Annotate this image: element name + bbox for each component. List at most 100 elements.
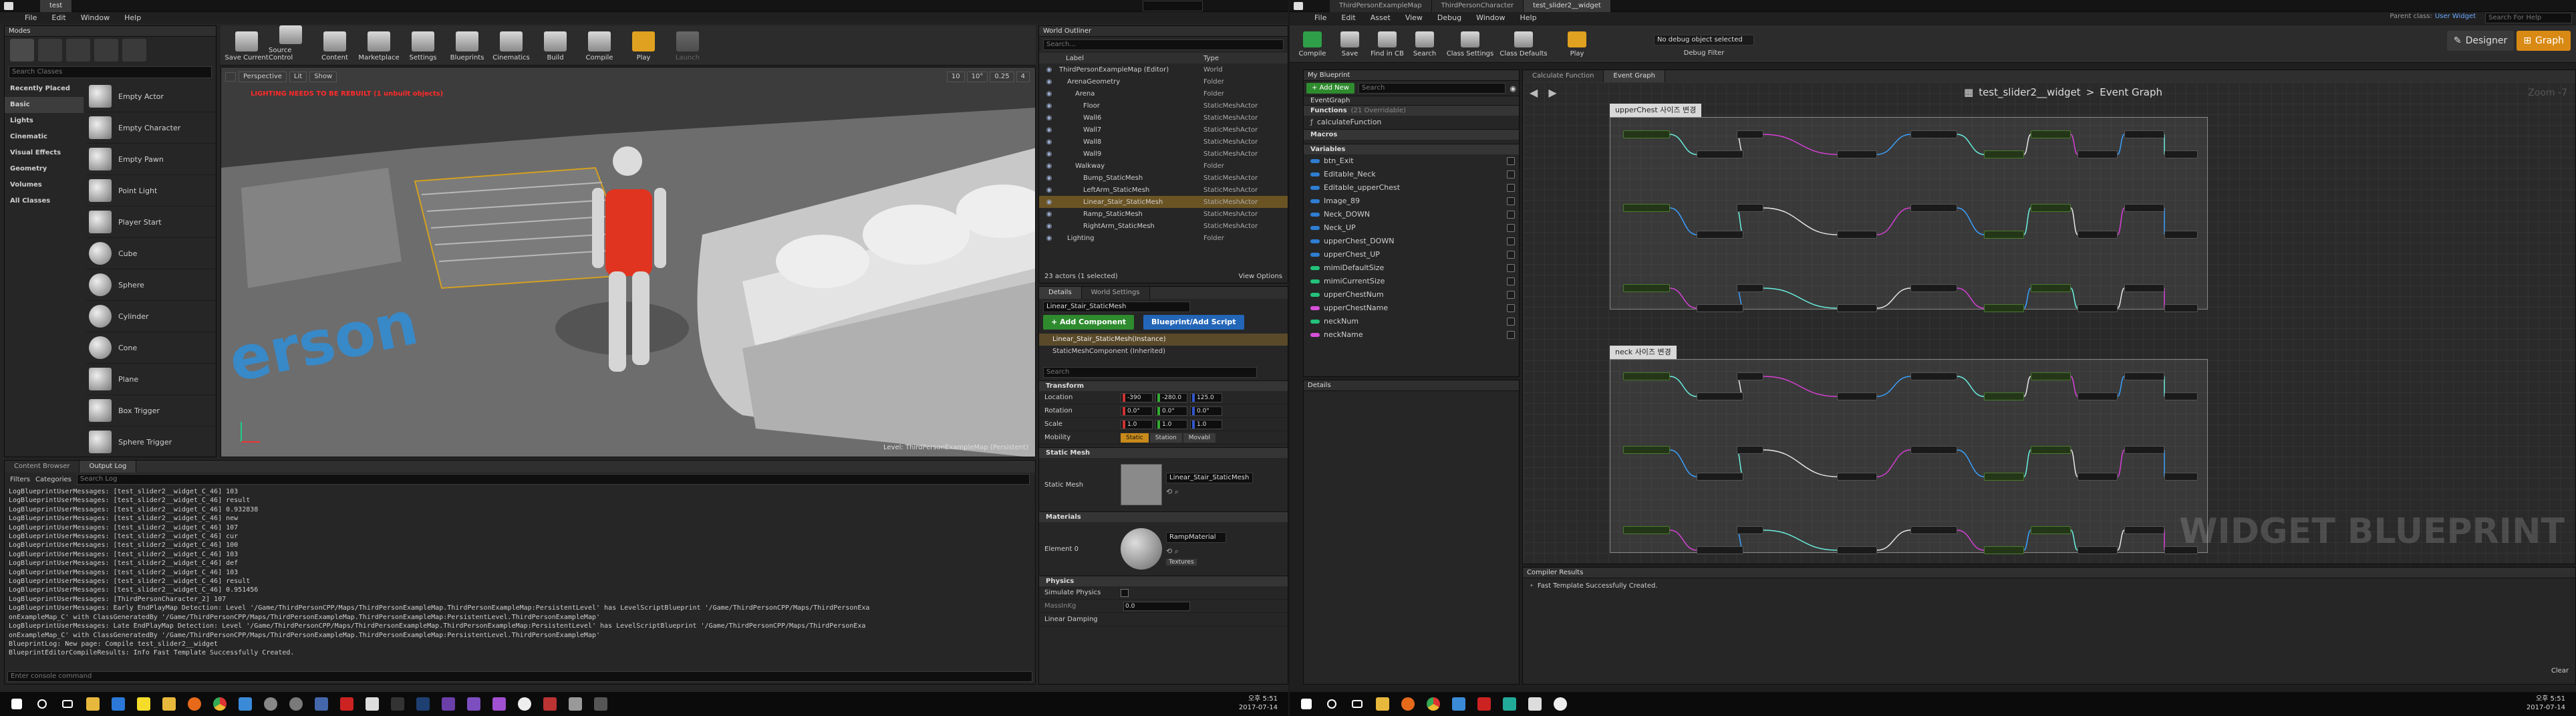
visibility-eye-icon[interactable]: ◉ (1039, 66, 1059, 74)
variable-item[interactable]: btn_Exit (1304, 154, 1519, 168)
visibility-eye-icon[interactable]: ◉ (1039, 187, 1059, 194)
toolbar-content-button[interactable]: Content (313, 25, 357, 64)
materials-section[interactable]: Materials (1039, 511, 1288, 522)
app-red-icon[interactable] (540, 694, 560, 714)
graph-node[interactable] (2124, 284, 2164, 292)
graph-node[interactable] (1623, 284, 1670, 292)
graph-node[interactable] (1837, 231, 1877, 239)
mobility-stationary[interactable]: Station (1149, 433, 1182, 443)
location-y[interactable]: -280.0 (1155, 392, 1187, 402)
graph-node[interactable] (1737, 526, 1763, 534)
view-options-eye-icon[interactable]: ◉ (1510, 84, 1516, 93)
camera-speed-value[interactable]: 4 (1016, 72, 1030, 82)
actor-item[interactable]: Box Trigger (86, 395, 216, 427)
graph-node[interactable] (2124, 446, 2164, 454)
app-globe-icon[interactable] (311, 694, 331, 714)
location-x[interactable]: -390 (1121, 392, 1153, 402)
outliner-row[interactable]: ◉ Arena Folder (1039, 88, 1288, 100)
visibility-eye-icon[interactable]: ◉ (1039, 199, 1059, 206)
designer-mode-button[interactable]: ✎ Designer (2446, 31, 2515, 51)
graph-node[interactable] (1910, 372, 1957, 380)
app-white-icon[interactable] (362, 694, 382, 714)
place-mode-icon[interactable] (10, 39, 34, 62)
tab-world-settings[interactable]: World Settings (1081, 287, 1150, 299)
variable-visibility-icon[interactable] (1507, 304, 1515, 312)
firefox-icon-2[interactable] (1398, 694, 1418, 714)
menu-asset[interactable]: Asset (1363, 12, 1398, 23)
right-clock-date[interactable]: 2017-07-14 (2527, 703, 2565, 712)
material-browse-icon[interactable]: ⟲ ⌕ (1166, 547, 1226, 556)
outliner-row[interactable]: ◉ Lighting Folder (1039, 232, 1288, 244)
component-inherited[interactable]: StaticMeshComponent (Inherited) (1039, 346, 1288, 358)
window-tab[interactable]: test (40, 0, 73, 12)
graph-node[interactable] (2031, 372, 2071, 380)
functions-section[interactable]: Functions (21 Overridable) (1304, 105, 1519, 116)
graph-node[interactable] (1837, 392, 1877, 400)
physics-section[interactable]: Physics (1039, 576, 1288, 586)
app-blue-icon-2[interactable] (1449, 694, 1469, 714)
variable-visibility-icon[interactable] (1507, 277, 1515, 285)
transform-section[interactable]: Transform (1039, 380, 1288, 391)
graph-node[interactable] (1697, 473, 1743, 481)
viewport-options-icon[interactable] (225, 72, 236, 82)
variable-item[interactable]: neckNum (1304, 315, 1519, 328)
left-clock-time[interactable]: 오후 5:51 (1239, 695, 1278, 703)
menu-debug[interactable]: Debug (1430, 12, 1469, 23)
graph-node[interactable] (2031, 204, 2071, 212)
variable-visibility-icon[interactable] (1507, 331, 1515, 339)
variable-item[interactable]: Image_89 (1304, 195, 1519, 208)
bp-search-help-input[interactable]: Search For Help (2485, 13, 2572, 23)
graph-node[interactable] (1623, 446, 1670, 454)
firefox-icon[interactable] (184, 694, 204, 714)
visibility-eye-icon[interactable]: ◉ (1039, 78, 1059, 86)
visual-studio-icon[interactable] (438, 694, 458, 714)
macros-section[interactable]: Macros (1304, 129, 1519, 140)
filters-button[interactable]: Filters (10, 476, 30, 483)
graph-node[interactable] (1910, 204, 1957, 212)
graph-node[interactable] (1737, 372, 1763, 380)
variable-item[interactable]: Neck_UP (1304, 221, 1519, 235)
outliner-row[interactable]: ◉ Ramp_StaticMesh StaticMeshActor (1039, 208, 1288, 220)
graph-node[interactable] (2078, 473, 2118, 481)
visibility-eye-icon[interactable]: ◉ (1039, 102, 1059, 110)
static-mesh-picker[interactable]: Linear_Stair_StaticMesh (1166, 473, 1253, 483)
graph-node[interactable] (1910, 446, 1957, 454)
graph-node[interactable] (1984, 231, 2024, 239)
visibility-eye-icon[interactable]: ◉ (1039, 138, 1059, 146)
chrome-icon[interactable] (210, 694, 230, 714)
variable-visibility-icon[interactable] (1507, 237, 1515, 245)
graph-node[interactable] (2124, 372, 2164, 380)
landscape-mode-icon[interactable] (66, 39, 90, 62)
graph-node[interactable] (1837, 304, 1877, 312)
outliner-row[interactable]: ◉ RightArm_StaticMesh StaticMeshActor (1039, 220, 1288, 232)
graph-node[interactable] (2031, 526, 2071, 534)
graph-node[interactable] (1910, 526, 1957, 534)
file-explorer-icon-2[interactable] (1373, 694, 1393, 714)
photoshop-icon[interactable] (413, 694, 433, 714)
app-gear-icon[interactable] (261, 694, 281, 714)
actor-item[interactable]: Sphere (86, 269, 216, 301)
actor-item[interactable]: Empty Actor (86, 81, 216, 112)
function-item[interactable]: ƒ calculateFunction (1304, 116, 1519, 129)
view-options-button[interactable]: View Options (1239, 273, 1283, 280)
lit-button[interactable]: Lit (289, 72, 307, 82)
level-viewport[interactable]: erson Perspective Lit Show 10 10° 0.25 4 (221, 67, 1036, 457)
graph-node[interactable] (2078, 304, 2118, 312)
scale-z[interactable]: 1.0 (1190, 419, 1222, 429)
category-basic[interactable]: Basic (5, 97, 84, 113)
variable-visibility-icon[interactable] (1507, 224, 1515, 232)
graph-node[interactable] (1837, 150, 1877, 158)
menu-edit[interactable]: Edit (1334, 12, 1363, 23)
graph-node[interactable] (2078, 546, 2118, 554)
variable-visibility-icon[interactable] (1507, 157, 1515, 165)
type-column-header[interactable]: Type (1203, 55, 1219, 62)
tab-details[interactable]: Details (1039, 287, 1082, 299)
app-blue-icon[interactable] (235, 694, 255, 714)
outliner-row[interactable]: ◉ ArenaGeometry Folder (1039, 76, 1288, 88)
graph-node[interactable] (1737, 204, 1763, 212)
show-button[interactable]: Show (309, 72, 337, 82)
app-circle-icon[interactable] (286, 694, 306, 714)
search-icon[interactable] (32, 694, 52, 714)
acrobat-icon-2[interactable] (1474, 694, 1494, 714)
static-mesh-thumbnail[interactable] (1121, 464, 1162, 505)
